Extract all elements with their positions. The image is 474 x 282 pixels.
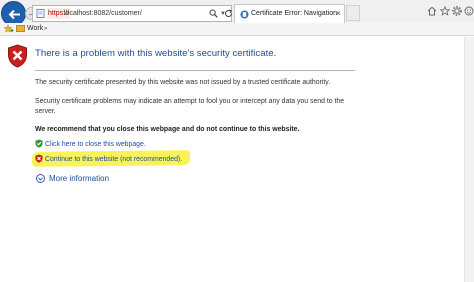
- green-shield-check-icon: [35, 139, 43, 148]
- address-bar[interactable]: https:// localhost:8082/customer/ ▼: [32, 5, 232, 22]
- url-text[interactable]: localhost:8082/customer/: [64, 8, 142, 19]
- search-icon[interactable]: [209, 9, 218, 18]
- refresh-icon[interactable]: [224, 9, 233, 18]
- folder-icon[interactable]: [16, 25, 25, 32]
- continue-to-website-link[interactable]: Continue to this website (not recommende…: [45, 155, 182, 165]
- shield-error-icon: [8, 44, 27, 68]
- tab-title: Certificate Error: Navigation...: [251, 10, 337, 17]
- star-icon[interactable]: [440, 6, 450, 16]
- vertical-scrollbar[interactable]: [464, 37, 474, 282]
- new-tab-button[interactable]: [346, 5, 360, 21]
- gear-icon[interactable]: [452, 6, 462, 16]
- home-icon[interactable]: [427, 6, 437, 16]
- page-title: There is a problem with this website's s…: [35, 48, 277, 59]
- chevron-down-icon: [38, 177, 43, 181]
- more-information-link[interactable]: More information: [49, 173, 109, 184]
- tab-certificate-error[interactable]: Certificate Error: Navigation... ×: [234, 4, 345, 23]
- certificate-explanation: The security certificate presented by th…: [35, 79, 331, 86]
- smiley-icon[interactable]: [464, 6, 474, 16]
- browser-toolbar: https:// localhost:8082/customer/ ▼ Cert…: [0, 0, 474, 36]
- certificate-error-icon: [240, 10, 249, 19]
- expand-chevron-icon[interactable]: [36, 174, 45, 183]
- divider: [35, 70, 355, 71]
- back-arrow-icon: [8, 9, 20, 20]
- favorites-star-icon[interactable]: [3, 24, 14, 34]
- close-icon[interactable]: ×: [336, 9, 341, 19]
- page-icon: [36, 9, 45, 18]
- favorites-folder-work[interactable]: Work: [27, 24, 43, 34]
- security-warning-text: Security certificate problems may indica…: [35, 98, 345, 115]
- chevron-icon[interactable]: »: [44, 24, 47, 34]
- red-shield-warning-icon: [35, 154, 43, 163]
- recommendation-text: We recommend that you close this webpage…: [35, 126, 300, 133]
- favorites-bar: Work »: [0, 23, 474, 36]
- close-webpage-link[interactable]: Click here to close this webpage.: [45, 140, 146, 150]
